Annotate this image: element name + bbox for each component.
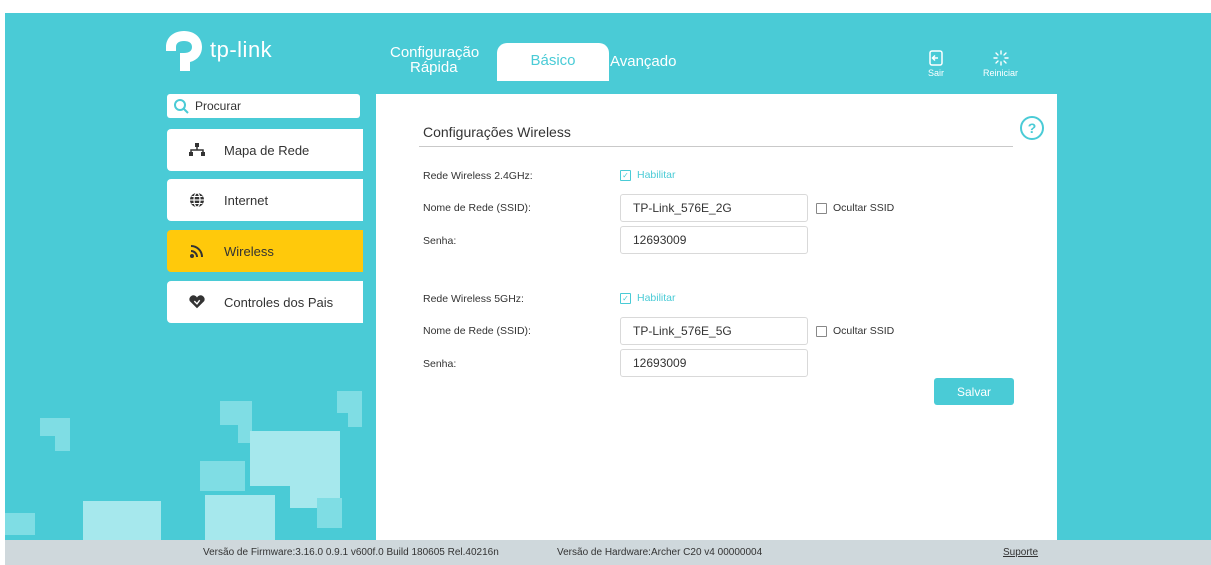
heart-shield-icon [188, 293, 206, 311]
band5-password-input[interactable] [620, 349, 808, 377]
reboot-button[interactable]: Reiniciar [983, 50, 1018, 78]
reboot-icon [992, 50, 1009, 66]
sidebar-item-label: Wireless [224, 243, 274, 259]
search-input[interactable]: Procurar [195, 99, 241, 113]
sidebar-item-label: Controles dos Pais [224, 294, 334, 310]
decor-block [317, 498, 342, 528]
band5-ssid-input[interactable] [620, 317, 808, 345]
band5-enable-label: Habilitar [637, 292, 676, 304]
checkbox-unchecked-icon [816, 325, 827, 337]
support-link[interactable]: Suporte [1003, 547, 1038, 558]
band24-ssid-label: Nome de Rede (SSID): [423, 202, 531, 214]
decor-block [55, 418, 70, 451]
help-icon[interactable]: ? [1020, 116, 1044, 140]
logout-label: Sair [928, 68, 945, 78]
band24-password-label: Senha: [423, 235, 457, 247]
sidebar-item-network-map[interactable]: Mapa de Rede [167, 129, 363, 171]
decor-block [5, 513, 35, 535]
band24-password-input[interactable] [620, 226, 808, 254]
footer: Versão de Firmware:3.16.0 0.9.1 v600f.0 … [5, 540, 1211, 565]
band24-enable-checkbox[interactable]: ✓ Habilitar [620, 169, 676, 181]
network-map-icon [188, 141, 206, 159]
band24-enable-label: Habilitar [637, 169, 676, 181]
main-panel: Configurações Wireless ? Rede Wireless 2… [376, 94, 1057, 540]
band5-hide-ssid-label: Ocultar SSID [833, 325, 895, 337]
sidebar-item-parental-controls[interactable]: Controles dos Pais [167, 281, 363, 323]
tp-link-logo[interactable]: tp-link [162, 25, 302, 75]
tab-quick-setup[interactable]: Configuração Rápida [390, 45, 479, 75]
band24-label: Rede Wireless 2.4GHz: [423, 170, 533, 182]
page-title: Configurações Wireless [423, 124, 571, 140]
sidebar-item-label: Internet [224, 192, 269, 208]
band5-ssid-label: Nome de Rede (SSID): [423, 325, 531, 337]
tab-basic[interactable]: Básico [497, 43, 609, 81]
save-button[interactable]: Salvar [934, 378, 1014, 405]
decor-block [205, 495, 275, 545]
band24-hide-ssid-checkbox[interactable]: Ocultar SSID [816, 202, 894, 214]
checkbox-checked-icon: ✓ [620, 292, 631, 304]
tab-quick-setup-line2: Rápida [410, 59, 458, 76]
band5-password-label: Senha: [423, 358, 457, 370]
band5-hide-ssid-checkbox[interactable]: Ocultar SSID [816, 325, 894, 337]
decor-block [250, 431, 340, 486]
globe-icon [188, 191, 206, 209]
decor-block [83, 501, 161, 541]
logout-icon [929, 50, 943, 66]
tab-advanced[interactable]: Avançado [610, 53, 676, 70]
divider [419, 146, 1013, 147]
band24-ssid-input[interactable] [620, 194, 808, 222]
wireless-icon [188, 242, 206, 260]
sidebar-item-internet[interactable]: Internet [167, 179, 363, 221]
logout-button[interactable]: Sair [928, 50, 944, 78]
band5-enable-checkbox[interactable]: ✓ Habilitar [620, 292, 676, 304]
sidebar-item-label: Mapa de Rede [224, 142, 310, 158]
checkbox-checked-icon: ✓ [620, 169, 631, 181]
hardware-version: Versão de Hardware:Archer C20 v4 0000000… [557, 547, 763, 558]
decor-block [348, 391, 362, 427]
sidebar-item-wireless[interactable]: Wireless [167, 230, 363, 272]
brand-name: tp-link [210, 37, 273, 62]
reboot-label: Reiniciar [983, 68, 1019, 78]
decor-block [200, 461, 245, 491]
tp-link-logo-icon [166, 31, 202, 71]
search-box[interactable]: Procurar [167, 94, 360, 118]
tab-quick-setup-line1: Configuração [390, 44, 480, 61]
band24-hide-ssid-label: Ocultar SSID [833, 202, 895, 214]
band5-label: Rede Wireless 5GHz: [423, 293, 524, 305]
search-icon [174, 99, 189, 114]
checkbox-unchecked-icon [816, 202, 827, 214]
firmware-version: Versão de Firmware:3.16.0 0.9.1 v600f.0 … [203, 547, 499, 558]
